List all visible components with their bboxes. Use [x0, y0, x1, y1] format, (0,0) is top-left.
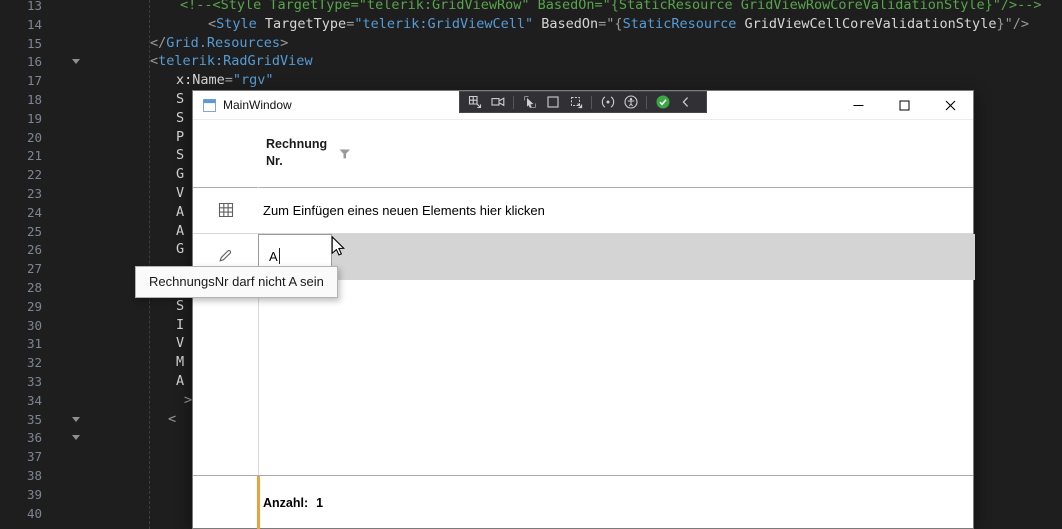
code-text: S: [176, 297, 184, 316]
code-line-15[interactable]: 15 </Grid.Resources>: [0, 34, 1062, 53]
code-text: <: [168, 410, 176, 429]
insert-new-row-text: Zum Einfügen eines neuen Elements hier k…: [263, 188, 545, 233]
line-number: 18: [0, 90, 42, 109]
window-icon: [203, 99, 216, 112]
footer-count-label: Anzahl:: [263, 496, 308, 510]
code-text: A: [176, 203, 184, 222]
insert-new-row[interactable]: Zum Einfügen eines neuen Elements hier k…: [193, 188, 973, 234]
line-number: 31: [0, 334, 42, 353]
minimize-button[interactable]: [835, 91, 881, 120]
mainwindow: MainWindow: [192, 90, 974, 529]
line-number: 27: [0, 259, 42, 278]
line-number: 26: [0, 240, 42, 259]
window-title: MainWindow: [223, 91, 292, 120]
maximize-icon: [899, 100, 910, 111]
code-text: V: [176, 184, 184, 203]
validation-tooltip: RechnungsNr darf nicht A sein: [135, 266, 338, 298]
footer-accent-strip: [257, 476, 260, 529]
line-number: 30: [0, 316, 42, 335]
close-button[interactable]: [927, 91, 973, 120]
code-text: I: [176, 316, 184, 335]
close-icon: [945, 100, 956, 111]
screen: 13 <!--<Style TargetType="telerik:GridVie…: [0, 0, 1062, 529]
line-number: 24: [0, 203, 42, 222]
minimize-icon: [853, 100, 864, 111]
track-focused-element-icon[interactable]: [568, 95, 583, 110]
line-number: 19: [0, 109, 42, 128]
footer-count-value: 1: [316, 496, 323, 510]
line-number: 34: [0, 391, 42, 410]
line-number: 14: [0, 15, 42, 34]
new-row-indicator-icon: [218, 202, 234, 218]
hot-reload-icon[interactable]: [600, 95, 615, 110]
line-number: 37: [0, 447, 42, 466]
line-number: 20: [0, 128, 42, 147]
code-text: G: [176, 165, 184, 184]
code-text: <telerik:RadGridView: [150, 52, 313, 71]
line-number: 32: [0, 353, 42, 372]
code-text: <!--<Style TargetType="telerik:GridViewR…: [180, 0, 1042, 15]
fold-chevron-icon[interactable]: [72, 435, 80, 440]
line-number: 28: [0, 278, 42, 297]
edit-row-indicator-icon[interactable]: [218, 248, 233, 263]
line-number: 40: [0, 504, 42, 523]
code-text: S: [176, 90, 184, 109]
record-icon[interactable]: [490, 95, 505, 110]
line-number: 21: [0, 146, 42, 165]
toolbar-separator: [591, 96, 592, 109]
toolbar-separator: [513, 96, 514, 109]
display-adorners-icon[interactable]: [545, 95, 560, 110]
line-number: 17: [0, 71, 42, 90]
line-number: 16: [0, 52, 42, 71]
code-line-17[interactable]: 17 x:Name="rgv": [0, 71, 1062, 90]
line-number: 15: [0, 34, 42, 53]
code-text: M: [176, 353, 184, 372]
text-caret: [279, 248, 280, 264]
edit-row[interactable]: [258, 234, 975, 280]
code-text: P: [176, 128, 184, 147]
line-number: 38: [0, 466, 42, 485]
code-text: x:Name="rgv": [176, 71, 274, 90]
line-number: 25: [0, 222, 42, 241]
code-text: S: [176, 109, 184, 128]
line-number: 29: [0, 297, 42, 316]
go-to-live-visual-tree-icon[interactable]: [467, 95, 482, 110]
toolbar-separator: [646, 96, 647, 109]
line-number: 39: [0, 485, 42, 504]
line-number: 33: [0, 372, 42, 391]
code-text: >: [184, 391, 192, 410]
code-text: G: [176, 240, 184, 259]
fold-chevron-icon[interactable]: [72, 417, 80, 422]
code-text: V: [176, 334, 184, 353]
line-number: 23: [0, 184, 42, 203]
code-text: A: [176, 372, 184, 391]
mouse-cursor: [331, 236, 345, 256]
enable-selection-icon[interactable]: [522, 95, 537, 110]
maximize-button[interactable]: [881, 91, 927, 120]
code-text: <Style TargetType="telerik:GridViewCell"…: [208, 15, 1029, 34]
footer-count: Anzahl: 1: [263, 476, 323, 529]
code-text: </Grid.Resources>: [150, 34, 288, 53]
line-number: 22: [0, 165, 42, 184]
code-line-14[interactable]: 14 <Style TargetType="telerik:GridViewCel…: [0, 15, 1062, 34]
status-ok-icon[interactable]: [655, 95, 670, 110]
filter-icon[interactable]: [339, 149, 351, 159]
code-text: A: [176, 222, 184, 241]
column-header-rechnung-nr[interactable]: Rechnung Nr.: [266, 136, 332, 169]
line-number: 13: [0, 0, 42, 15]
code-text: S: [176, 146, 184, 165]
fold-chevron-icon[interactable]: [72, 59, 80, 64]
code-line-13[interactable]: 13 <!--<Style TargetType="telerik:GridVie…: [0, 0, 1062, 15]
code-line-16[interactable]: 16 <telerik:RadGridView: [0, 52, 1062, 71]
line-number: 35: [0, 410, 42, 429]
debug-toolbar: [459, 91, 707, 113]
collapse-toolbar-icon[interactable]: [678, 95, 693, 110]
line-number: 36: [0, 428, 42, 447]
accessibility-checker-icon[interactable]: [623, 95, 638, 110]
window-controls: [835, 91, 973, 120]
